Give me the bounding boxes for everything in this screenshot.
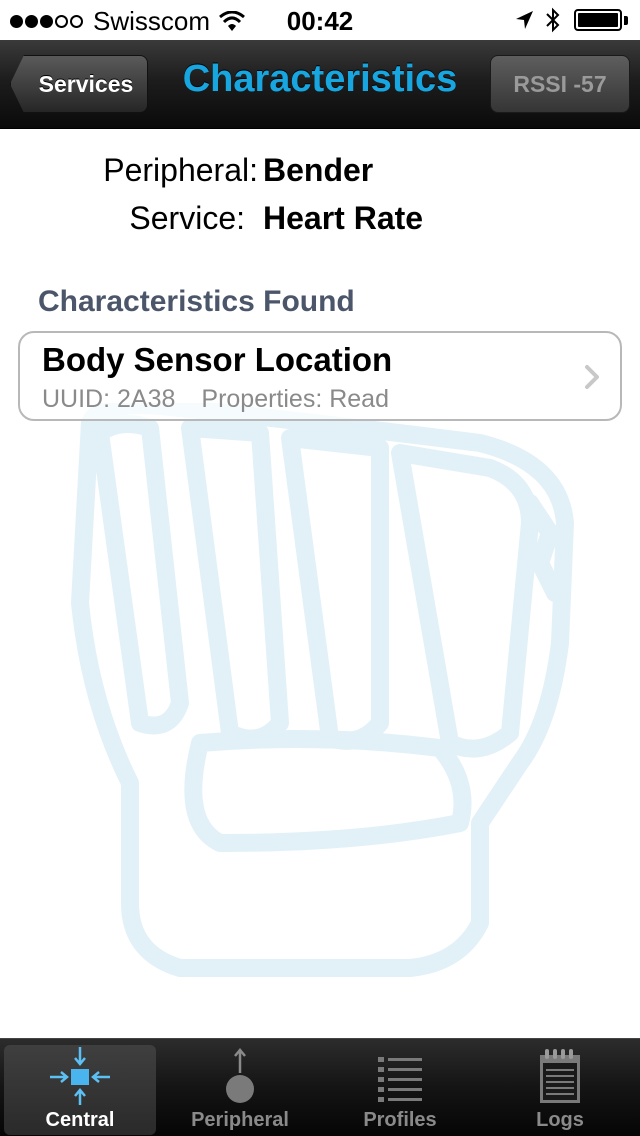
content-area: Peripheral: Bender Service: Heart Rate C… [0,128,640,1038]
characteristic-details: UUID: 2A38 Properties: Read [42,385,389,414]
status-right [514,7,628,33]
section-header-characteristics-found: Characteristics Found [38,285,355,318]
page-title: Characteristics [182,58,458,100]
service-row: Service: Heart Rate [0,200,640,240]
status-bar: Swisscom 00:42 [0,0,640,40]
tab-label-profiles: Profiles [363,1109,437,1131]
characteristic-uuid: UUID: 2A38 [42,385,176,413]
tab-label-logs: Logs [536,1109,584,1131]
location-arrow-icon [516,11,533,29]
service-value: Heart Rate [263,200,424,236]
characteristic-properties: Properties: Read [201,385,389,413]
peripheral-value: Bender [263,152,374,188]
characteristic-name: Body Sensor Location [42,341,393,378]
profiles-list-icon [378,1057,422,1102]
peripheral-label: Peripheral: [103,152,258,188]
characteristic-cell[interactable]: Body Sensor Location UUID: 2A38 Propertie… [18,331,622,421]
tab-peripheral[interactable]: Peripheral [160,1039,320,1136]
peripheral-row: Peripheral: Bender [0,152,640,192]
fist-watermark-icon [71,403,574,977]
service-label: Service: [129,200,245,236]
central-icon [50,1047,110,1105]
battery-cap [624,15,628,25]
app-screen: Swisscom 00:42 Services Characteristics … [0,0,640,1136]
battery-icon [574,9,622,31]
tab-label-central: Central [45,1109,115,1131]
chevron-right-icon [585,365,599,389]
tab-logs[interactable]: Logs [480,1039,640,1136]
rssi-button[interactable]: RSSI -57 [490,55,630,113]
peripheral-icon [226,1048,254,1103]
tab-bar: Central Peripheral Profiles Logs [0,1038,640,1136]
bluetooth-icon [546,7,560,33]
tab-label-peripheral: Peripheral [191,1109,289,1131]
back-button-services[interactable]: Services [10,55,148,113]
tab-central[interactable]: Central [0,1039,160,1136]
tab-profiles[interactable]: Profiles [320,1039,480,1136]
logs-notepad-icon [540,1049,580,1103]
navigation-bar: Services Characteristics RSSI -57 [0,40,640,129]
